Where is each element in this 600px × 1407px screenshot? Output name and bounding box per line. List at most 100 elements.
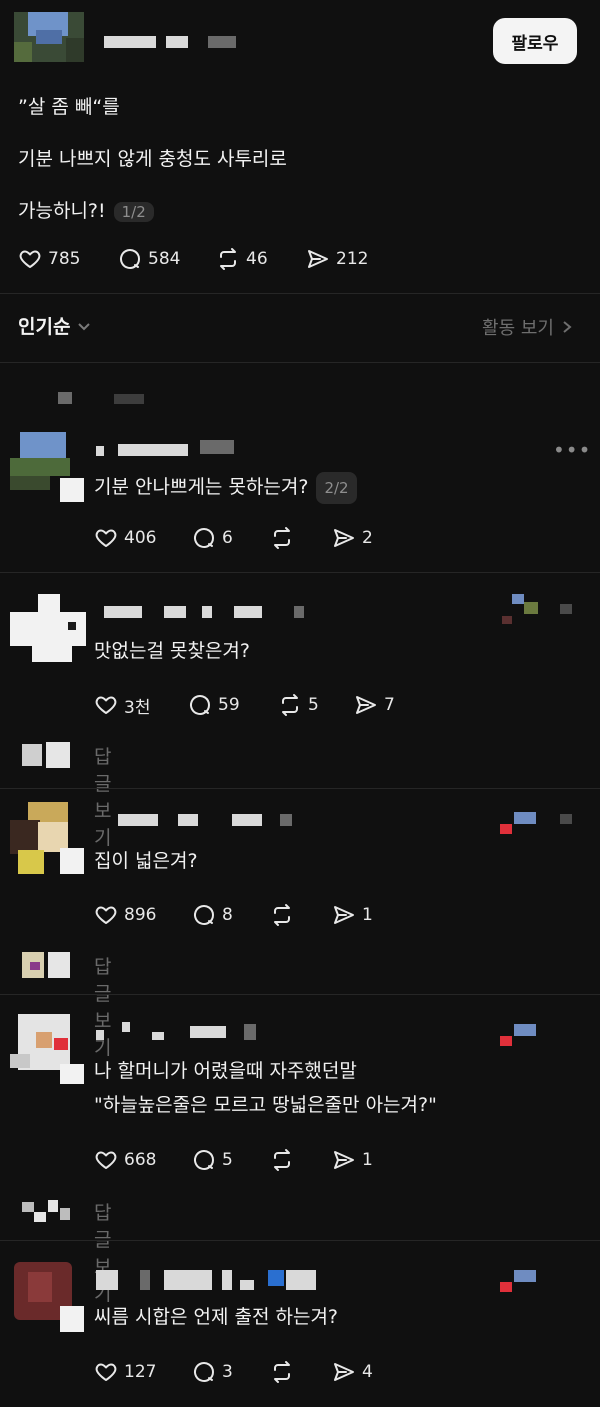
comment-icon	[194, 905, 215, 925]
repost-icon	[220, 248, 236, 270]
divider	[0, 362, 600, 363]
sort-dropdown[interactable]: 인기순	[18, 312, 92, 339]
chevron-down-icon	[78, 322, 91, 330]
comment-button[interactable]: 584	[118, 244, 180, 274]
commenter-avatar[interactable]	[10, 1014, 84, 1084]
follow-button[interactable]: 팔로우	[493, 18, 577, 64]
like-button[interactable]: 3천	[94, 690, 150, 720]
like-count: 3천	[124, 697, 151, 718]
comment-count: 8	[222, 905, 233, 925]
like-button[interactable]: 785	[18, 244, 80, 274]
share-count: 1	[362, 1150, 373, 1170]
post-text-line-2: 기분 나쁘지 않게 충청도 사투리로	[18, 148, 287, 170]
like-button[interactable]: 406	[94, 523, 156, 553]
post-text-line-3-text: 가능하니?!	[18, 200, 106, 222]
share-button[interactable]: 212	[306, 244, 368, 274]
share-icon	[334, 1363, 354, 1381]
share-count: 212	[336, 249, 369, 269]
commenter-avatar[interactable]	[14, 1262, 84, 1332]
chevron-right-icon	[563, 321, 572, 333]
heart-icon	[95, 696, 117, 714]
comment-text: 씨름 시합은 언제 출전 하는겨?	[94, 1306, 339, 1328]
like-button[interactable]: 127	[94, 1357, 156, 1387]
sort-label: 인기순	[18, 316, 71, 338]
comment-count: 59	[218, 695, 240, 715]
share-count: 1	[362, 905, 373, 925]
commenter-avatar[interactable]	[10, 594, 86, 662]
like-button[interactable]: 896	[94, 900, 156, 930]
activity-label: 활동 보기	[482, 318, 554, 339]
share-count: 7	[384, 695, 395, 715]
share-icon	[356, 696, 376, 714]
share-icon	[334, 906, 354, 924]
heart-icon	[95, 1151, 117, 1169]
share-icon	[334, 529, 354, 547]
post-text-line-1: ”살 좀 빼“를	[18, 96, 120, 118]
share-count: 4	[362, 1362, 373, 1382]
commenter-avatar[interactable]	[10, 802, 84, 874]
comment-actions: 668 5 1	[94, 1145, 394, 1175]
repost-button[interactable]	[270, 1357, 300, 1387]
author-avatar[interactable]	[14, 12, 84, 62]
comment-button[interactable]: 59	[188, 690, 240, 720]
post-actions: 785 584 46 212	[18, 244, 578, 274]
repost-icon	[282, 694, 298, 716]
comment-actions: 406 6 2	[94, 523, 394, 553]
heart-icon	[95, 1363, 117, 1381]
comment-icon	[120, 249, 141, 269]
profile-badge	[500, 812, 574, 836]
profile-badge	[500, 1270, 540, 1294]
share-count: 2	[362, 528, 373, 548]
redacted-fragment	[58, 392, 72, 404]
share-icon	[334, 1151, 354, 1169]
share-button[interactable]: 1	[332, 900, 373, 930]
comment-text-1: 기분 안나쁘게는 못하는겨?	[94, 476, 309, 498]
comment-icon	[194, 1362, 215, 1382]
repost-count: 5	[308, 695, 319, 715]
comment-text: 집이 넓은겨?	[94, 850, 198, 872]
comment-button[interactable]: 3	[192, 1357, 233, 1387]
repost-button[interactable]	[270, 900, 300, 930]
post-pager: 1/2	[113, 202, 154, 222]
repost-button[interactable]	[270, 523, 300, 553]
share-button[interactable]: 2	[332, 523, 373, 553]
comment-text-line-1: 나 할머니가 어렸을때 자주했던말	[94, 1060, 357, 1082]
like-button[interactable]: 668	[94, 1145, 156, 1175]
repost-icon	[274, 1149, 290, 1171]
more-icon[interactable]: •••	[553, 438, 591, 462]
comment-text: 기분 안나쁘게는 못하는겨? 2/2	[94, 472, 357, 504]
repost-button[interactable]: 46	[216, 244, 268, 274]
activity-link[interactable]: 활동 보기	[482, 314, 574, 340]
heart-icon	[19, 250, 41, 268]
repost-button[interactable]	[270, 1145, 300, 1175]
divider	[0, 572, 600, 573]
share-button[interactable]: 7	[354, 690, 395, 720]
share-icon	[308, 250, 328, 268]
comment-button[interactable]: 6	[192, 523, 233, 553]
comment-button[interactable]: 5	[192, 1145, 233, 1175]
view-replies-label: 답글 보기	[94, 956, 112, 1059]
share-button[interactable]: 4	[332, 1357, 373, 1387]
like-count: 668	[124, 1150, 157, 1170]
like-count: 896	[124, 905, 157, 925]
commenter-avatar[interactable]	[10, 432, 84, 502]
comment-count: 3	[222, 1362, 233, 1382]
redacted-fragment	[114, 394, 144, 404]
repost-icon	[274, 527, 290, 549]
reply-avatars	[22, 952, 70, 980]
view-replies-label: 답글 보기	[94, 746, 112, 849]
divider	[0, 293, 600, 294]
like-count: 785	[48, 249, 81, 269]
comment-icon	[190, 695, 211, 715]
comment-button[interactable]: 8	[192, 900, 233, 930]
comment-actions: 3천 59 5 7	[94, 690, 414, 720]
comment-count: 5	[222, 1150, 233, 1170]
repost-count: 46	[246, 249, 268, 269]
comment-count: 6	[222, 528, 233, 548]
comment-icon	[194, 528, 215, 548]
comment-actions: 896 8 1	[94, 900, 394, 930]
comment-count: 584	[148, 249, 181, 269]
heart-icon	[95, 906, 117, 924]
share-button[interactable]: 1	[332, 1145, 373, 1175]
repost-button[interactable]: 5	[278, 690, 319, 720]
